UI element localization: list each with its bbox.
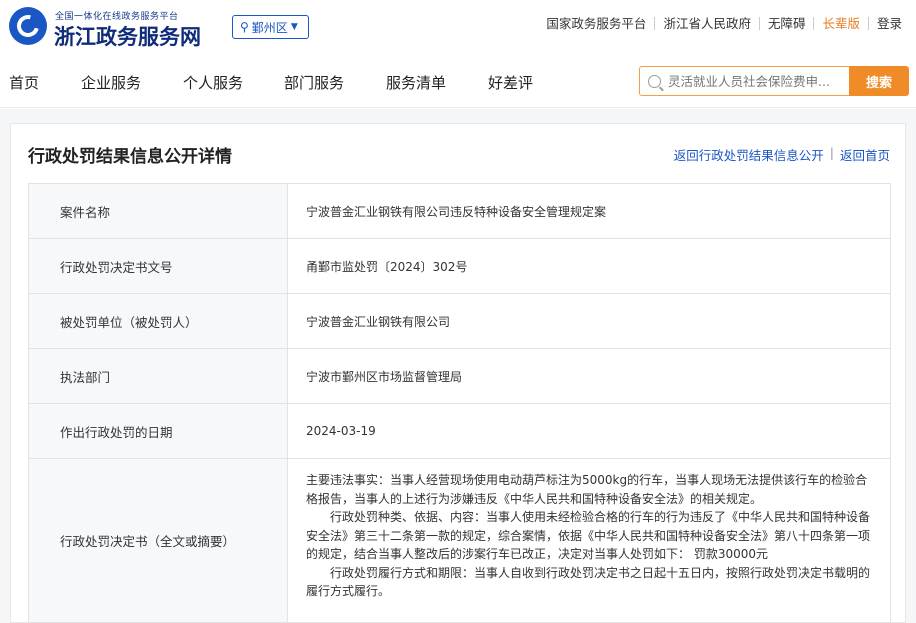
nav-personal[interactable]: 个人服务 bbox=[183, 72, 243, 93]
location-pin-icon: ⚲ bbox=[240, 20, 249, 34]
search-button[interactable]: 搜索 bbox=[849, 66, 909, 96]
detail-table: 案件名称 宁波普金汇业钢铁有限公司违反特种设备安全管理规定案 行政处罚决定书文号… bbox=[28, 183, 891, 623]
table-row: 执法部门 宁波市鄞州区市场监督管理局 bbox=[28, 349, 891, 404]
search-icon bbox=[648, 74, 661, 88]
link-elder-mode[interactable]: 长辈版 bbox=[813, 17, 868, 30]
page-title: 行政处罚结果信息公开详情 bbox=[28, 147, 232, 167]
search-input[interactable] bbox=[668, 73, 848, 89]
search-box bbox=[639, 66, 850, 96]
decision-paragraph-facts: 主要违法事实：当事人经营现场使用电动葫芦标注为5000kg的行车，当事人现场无法… bbox=[306, 473, 868, 506]
row-value-enforcement-dept: 宁波市鄞州区市场监督管理局 bbox=[306, 369, 463, 384]
table-row: 被处罚单位（被处罚人） 宁波普金汇业钢铁有限公司 bbox=[28, 294, 891, 349]
region-selector[interactable]: ⚲ 鄞州区 ▼ bbox=[232, 15, 309, 39]
row-label-decision-number: 行政处罚决定书文号 bbox=[29, 239, 288, 293]
row-label-enforcement-dept: 执法部门 bbox=[29, 349, 288, 403]
nav-service-list[interactable]: 服务清单 bbox=[386, 72, 446, 93]
top-header: 全国一体化在线政务服务平台 浙江政务服务网 ⚲ 鄞州区 ▼ 国家政务服务平台 浙… bbox=[0, 0, 916, 54]
nav-enterprise[interactable]: 企业服务 bbox=[81, 72, 141, 93]
row-label-penalized-party: 被处罚单位（被处罚人） bbox=[29, 294, 288, 348]
main-nav: 首页 企业服务 个人服务 部门服务 服务清单 好差评 搜索 bbox=[0, 56, 916, 108]
link-separator: | bbox=[829, 145, 834, 160]
nav-department[interactable]: 部门服务 bbox=[284, 72, 344, 93]
table-row: 案件名称 宁波普金汇业钢铁有限公司违反特种设备安全管理规定案 bbox=[28, 184, 891, 239]
back-to-list-link[interactable]: 返回行政处罚结果信息公开 bbox=[674, 145, 824, 164]
link-login[interactable]: 登录 bbox=[867, 17, 910, 30]
region-label: 鄞州区 bbox=[251, 20, 288, 35]
link-zhejiang-gov[interactable]: 浙江省人民政府 bbox=[654, 17, 759, 30]
row-value-decision-text: 主要违法事实：当事人经营现场使用电动葫芦标注为5000kg的行车，当事人现场无法… bbox=[288, 459, 890, 622]
nav-home[interactable]: 首页 bbox=[9, 72, 39, 93]
link-accessibility[interactable]: 无障碍 bbox=[758, 17, 814, 30]
row-label-decision-date: 作出行政处罚的日期 bbox=[29, 404, 288, 458]
row-label-case-name: 案件名称 bbox=[29, 184, 288, 238]
site-name[interactable]: 浙江政务服务网 bbox=[54, 21, 201, 51]
decision-paragraph-fulfillment: 行政处罚履行方式和期限：当事人自收到行政处罚决定书之日起十五日内，按照行政处罚决… bbox=[306, 565, 871, 599]
table-row: 行政处罚决定书文号 甬鄞市监处罚〔2024〕302号 bbox=[28, 239, 891, 294]
nav-review[interactable]: 好差评 bbox=[488, 72, 533, 93]
site-logo-icon[interactable] bbox=[9, 7, 47, 45]
top-links: 国家政务服务平台 浙江省人民政府 无障碍 长辈版 登录 bbox=[538, 17, 910, 30]
link-national-platform[interactable]: 国家政务服务平台 bbox=[538, 17, 654, 30]
back-home-link[interactable]: 返回首页 bbox=[840, 145, 890, 164]
row-value-case-name: 宁波普金汇业钢铁有限公司违反特种设备安全管理规定案 bbox=[306, 204, 607, 219]
row-value-decision-date: 2024-03-19 bbox=[306, 424, 376, 438]
caret-down-icon: ▼ bbox=[290, 22, 298, 32]
title-links: 返回行政处罚结果信息公开 | 返回首页 bbox=[674, 145, 890, 164]
row-value-penalized-party: 宁波普金汇业钢铁有限公司 bbox=[306, 314, 451, 329]
row-value-decision-number: 甬鄞市监处罚〔2024〕302号 bbox=[306, 259, 468, 274]
detail-panel: 行政处罚结果信息公开详情 返回行政处罚结果信息公开 | 返回首页 案件名称 宁波… bbox=[10, 123, 906, 623]
decision-paragraph-penalty: 行政处罚种类、依据、内容：当事人使用未经检验合格的行车的行为违反了《中华人民共和… bbox=[306, 510, 871, 561]
table-row: 作出行政处罚的日期 2024-03-19 bbox=[28, 404, 891, 459]
table-row: 行政处罚决定书（全文或摘要） 主要违法事实：当事人经营现场使用电动葫芦标注为50… bbox=[28, 459, 891, 623]
row-label-decision-text: 行政处罚决定书（全文或摘要） bbox=[29, 459, 288, 622]
